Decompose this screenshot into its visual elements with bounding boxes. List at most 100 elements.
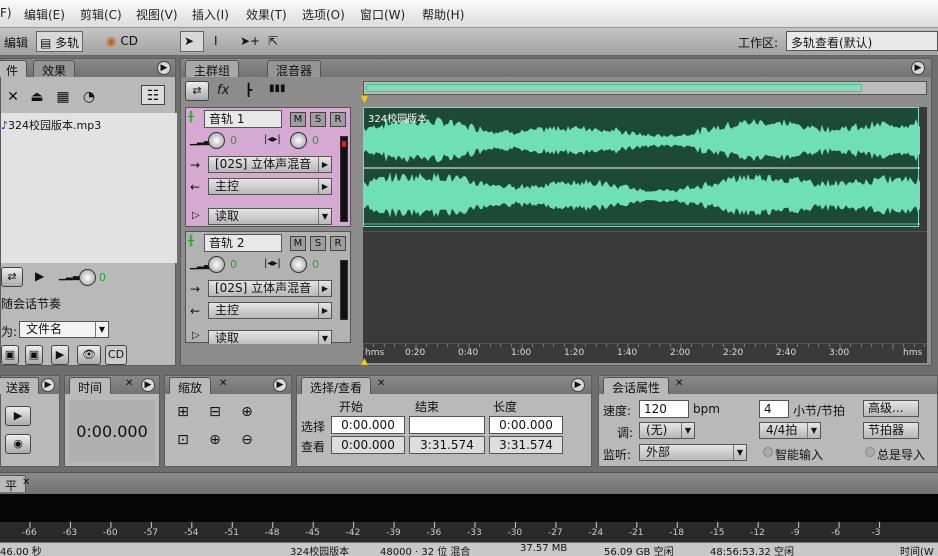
filter-button-2[interactable]: ▣ <box>25 345 43 365</box>
track-1-volume-knob[interactable] <box>208 132 225 149</box>
track-2-header[interactable]: ╫ 音轨 2 M S R ▁▂▃ 0 |◂▸| 0 → [02S] 立体声混音 ▶… <box>185 231 351 344</box>
menu-effects[interactable]: 效果(T) <box>246 6 287 23</box>
selection-start-field[interactable]: 0:00.000 <box>331 416 405 434</box>
workspace-select[interactable]: 多轨查看(默认) <box>786 31 938 51</box>
eq-icon[interactable]: ▮▮▮ <box>269 83 286 94</box>
tab-session-properties[interactable]: 会话属性 <box>603 377 670 395</box>
tab-zoom[interactable]: 缩放 <box>169 377 212 395</box>
hybrid-tool-button[interactable]: ➤+ <box>236 31 260 52</box>
zoom-in-left-icon[interactable]: ⊡ <box>173 430 193 450</box>
time-signature-select[interactable]: 4/4拍 ▼ <box>759 422 821 439</box>
menu-window[interactable]: 窗口(W) <box>360 6 405 23</box>
track-1-pan-knob[interactable] <box>290 132 307 149</box>
play-icon[interactable]: ▶ <box>35 269 44 283</box>
expand-arrow-icon[interactable]: ▷ <box>192 210 200 221</box>
track-2-automation-select[interactable]: 读取 ▼ <box>208 330 332 344</box>
key-select[interactable]: (无) ▼ <box>639 422 695 439</box>
tab-transport[interactable]: 送器 <box>0 377 40 395</box>
track-2-volume-knob[interactable] <box>208 256 225 273</box>
view-end-field[interactable]: 3:31.574 <box>409 436 485 454</box>
menu-edit[interactable]: 编辑(E) <box>24 6 65 23</box>
record-button[interactable]: ◉ <box>5 434 31 454</box>
track-1-mute-button[interactable]: M <box>290 112 306 127</box>
cd-view-button[interactable]: ◉ CD <box>102 31 142 52</box>
close-icon[interactable]: ✕ <box>125 378 133 389</box>
tab-main-group[interactable]: 主群组 <box>185 60 240 78</box>
zoom-full-icon[interactable]: ⊕ <box>237 402 257 422</box>
beats-per-bar-field[interactable]: 4 <box>759 400 789 418</box>
menu-insert[interactable]: 插入(I) <box>192 6 229 23</box>
import-file-icon[interactable]: ⏏ <box>27 87 47 107</box>
tab-time[interactable]: 时间 <box>69 377 112 395</box>
audio-clip[interactable]: 324校园版本 <box>363 107 920 227</box>
sends-icon[interactable]: ┣ <box>245 83 252 97</box>
tempo-field[interactable]: 120 <box>639 400 689 418</box>
track-1-name[interactable]: 音轨 1 <box>204 110 282 128</box>
metronome-button[interactable]: 节拍器 <box>863 422 919 439</box>
zoom-in-vertical-icon[interactable]: ⊕ <box>205 430 225 450</box>
track-1-record-button[interactable]: R <box>330 112 346 127</box>
menu-options[interactable]: 选项(O) <box>302 6 345 23</box>
overview-thumb[interactable] <box>366 84 862 92</box>
fx-icon[interactable]: fx <box>217 83 229 98</box>
expand-arrow-icon[interactable]: ▷ <box>192 330 200 341</box>
play-button[interactable]: ▶ <box>5 406 31 426</box>
track-1-solo-button[interactable]: S <box>310 112 326 127</box>
filter-button-4[interactable]: 👁 <box>77 345 101 365</box>
panel-menu-icon[interactable]: ▶ <box>141 378 155 392</box>
panel-menu-icon[interactable]: ▶ <box>571 378 585 392</box>
filter-button-5[interactable]: CD <box>105 345 127 365</box>
track-2-record-button[interactable]: R <box>330 236 346 251</box>
panel-menu-icon[interactable]: ▶ <box>157 61 171 75</box>
selection-end-field[interactable] <box>409 416 485 434</box>
menu-file[interactable]: F) <box>0 6 12 20</box>
time-selection-tool-button[interactable]: I <box>210 31 232 52</box>
panel-menu-icon[interactable]: ▶ <box>273 378 287 392</box>
zoom-in-horizontal-icon[interactable]: ⊞ <box>173 402 193 422</box>
close-icon[interactable]: ✕ <box>377 378 385 389</box>
close-icon[interactable]: ✕ <box>22 477 30 488</box>
track-1-output-select[interactable]: 主控 ▶ <box>208 178 332 195</box>
filter-button-1[interactable]: ▣ <box>1 345 19 365</box>
view-start-field[interactable]: 0:00.000 <box>331 436 405 454</box>
track-2-solo-button[interactable]: S <box>310 236 326 251</box>
play-preview-icon[interactable]: ◔ <box>79 87 99 107</box>
always-import-radio[interactable] <box>865 447 875 457</box>
scrub-tool-button[interactable]: ⇱ <box>264 31 288 52</box>
menu-clip[interactable]: 剪辑(C) <box>80 6 122 23</box>
move-tool-button[interactable]: ➤ <box>180 31 204 52</box>
multitrack-view-button[interactable]: ▤ 多轨 <box>36 31 84 52</box>
time-ruler[interactable]: hms 0:20 0:40 1:00 1:20 1:40 2:00 2:20 2… <box>362 343 927 363</box>
track-1-automation-select[interactable]: 读取 ▼ <box>208 208 332 225</box>
track-1-header[interactable]: ╫ 音轨 1 M S R ▁▂▃ 0 |◂▸| 0 → [02S] 立体声混音 ▶… <box>185 107 351 227</box>
close-icon[interactable]: ✕ <box>675 378 683 389</box>
track-2-output-select[interactable]: 主控 ▶ <box>208 302 332 319</box>
playhead-icon[interactable]: ▼ <box>361 95 368 105</box>
track-1-input-select[interactable]: [02S] 立体声混音 ▶ <box>208 156 332 173</box>
tab-effects[interactable]: 效果 <box>33 60 76 78</box>
close-file-icon[interactable]: ✕ <box>3 87 23 107</box>
filter-button-3[interactable]: ▶ <box>51 345 69 365</box>
menu-help[interactable]: 帮助(H) <box>422 6 464 23</box>
edit-view-button[interactable]: 编辑 <box>0 31 32 52</box>
list-item[interactable]: ♪324校园版本.mp3 <box>1 117 101 133</box>
tab-selection-view[interactable]: 选择/查看 <box>301 377 372 395</box>
preview-volume-knob[interactable] <box>79 269 96 286</box>
menu-view[interactable]: 视图(V) <box>136 6 178 23</box>
view-length-field[interactable]: 3:31.574 <box>489 436 563 454</box>
zoom-out-horizontal-icon[interactable]: ⊟ <box>205 402 225 422</box>
zoom-out-vertical-icon[interactable]: ⊖ <box>237 430 257 450</box>
selection-length-field[interactable]: 0:00.000 <box>489 416 563 434</box>
track-2-mute-button[interactable]: M <box>290 236 306 251</box>
advanced-button[interactable]: 高级... <box>863 400 919 417</box>
close-icon[interactable]: ✕ <box>219 378 227 389</box>
monitor-select[interactable]: 外部 ▼ <box>639 444 747 461</box>
track-2-input-select[interactable]: [02S] 立体声混音 ▶ <box>208 280 332 297</box>
file-view-options-icon[interactable]: ☷ <box>141 85 165 105</box>
timeline-area[interactable]: 324校园版本 <box>363 107 927 347</box>
track-2-pan-knob[interactable] <box>290 256 307 273</box>
inputs-outputs-button[interactable]: ⇄ <box>185 81 209 101</box>
panel-menu-icon[interactable]: ▶ <box>911 61 925 75</box>
overview-scrollbar[interactable] <box>363 81 927 95</box>
smart-input-radio[interactable] <box>763 447 773 457</box>
